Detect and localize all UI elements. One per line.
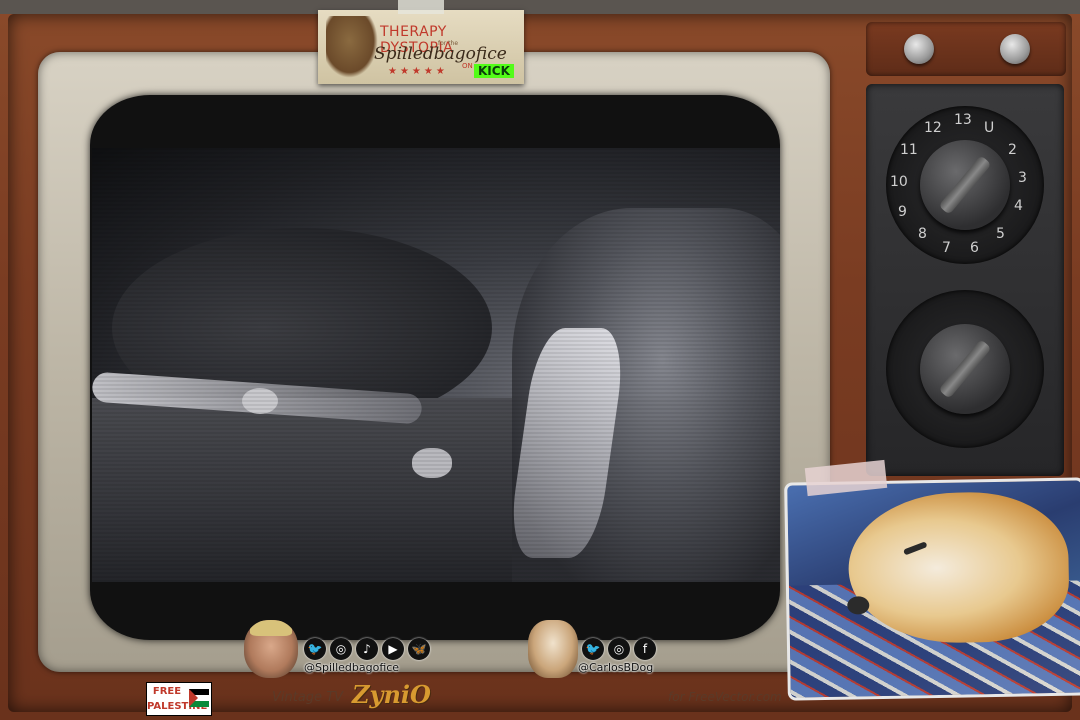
twitter-icon[interactable]: 🐦 [582, 638, 604, 660]
palestine-text: FREE PALESTINE [147, 686, 208, 712]
tuning-knob-bar [938, 339, 992, 399]
dog-logo-icon [326, 16, 378, 78]
host-avatar [244, 620, 298, 678]
tiktok-icon[interactable]: ♪ [356, 638, 378, 660]
dial-number: 3 [1018, 170, 1027, 186]
footer-credit: for FreeVector.com [668, 690, 782, 704]
dial-number: 11 [900, 142, 918, 158]
tuning-knob[interactable] [920, 324, 1010, 414]
dial-number: 10 [890, 174, 908, 190]
sleeping-dog [847, 490, 1070, 645]
dog-social-row: 🐦 ◎ f [582, 638, 656, 660]
youtube-icon[interactable]: ▶ [382, 638, 404, 660]
dial-number: 12 [924, 120, 942, 136]
sign-stars: ★★★★★ [388, 66, 448, 77]
footer-vintage-label: Vintage TV [272, 690, 344, 705]
free-palestine-badge: FREE PALESTINE [146, 682, 212, 716]
dial-number: 2 [1008, 142, 1017, 158]
twitter-icon[interactable]: 🐦 [304, 638, 326, 660]
channel-knob[interactable] [920, 140, 1010, 230]
host-handle[interactable]: @Spilledbagofice [304, 661, 399, 674]
dial-number: 8 [918, 226, 927, 242]
channel-knob-bar [938, 155, 992, 215]
host-social-row: 🐦 ◎ ♪ ▶ 🦋 [304, 638, 430, 660]
sign-handle: Spilledbagofice [374, 44, 507, 64]
dog-handle[interactable]: @CarlosBDog [578, 661, 653, 674]
video-screen[interactable] [92, 148, 780, 582]
dial-number: 13 [954, 112, 972, 128]
sign-on: ON [462, 62, 473, 70]
dog-avatar [528, 620, 578, 678]
palestine-flag-icon [189, 689, 209, 707]
control-panel-top [866, 22, 1066, 76]
tuning-dial [886, 290, 1044, 448]
volume-button[interactable] [1000, 34, 1030, 64]
title-sign: THERAPY DYSTOPIA for the Spilledbagofice… [318, 10, 524, 84]
instagram-icon[interactable]: ◎ [608, 638, 630, 660]
dial-number: U [984, 120, 995, 136]
cabinet-top-edge [0, 0, 1080, 14]
control-panel: 12 13 U 2 3 4 5 6 7 8 9 10 11 [866, 84, 1064, 476]
instagram-icon[interactable]: ◎ [330, 638, 352, 660]
power-button[interactable] [904, 34, 934, 64]
kick-logo: KICK [474, 64, 514, 78]
tape [398, 0, 444, 14]
dial-number: 7 [942, 240, 951, 256]
facebook-icon[interactable]: f [634, 638, 656, 660]
dial-number: 9 [898, 204, 907, 220]
dial-number: 4 [1014, 198, 1023, 214]
scanlines [92, 148, 780, 582]
bluesky-icon[interactable]: 🦋 [408, 638, 430, 660]
dial-number: 5 [996, 226, 1005, 242]
webcam-overlay[interactable] [784, 477, 1080, 701]
dial-number: 6 [970, 240, 979, 256]
footer-brand: ZyniO [352, 680, 431, 709]
